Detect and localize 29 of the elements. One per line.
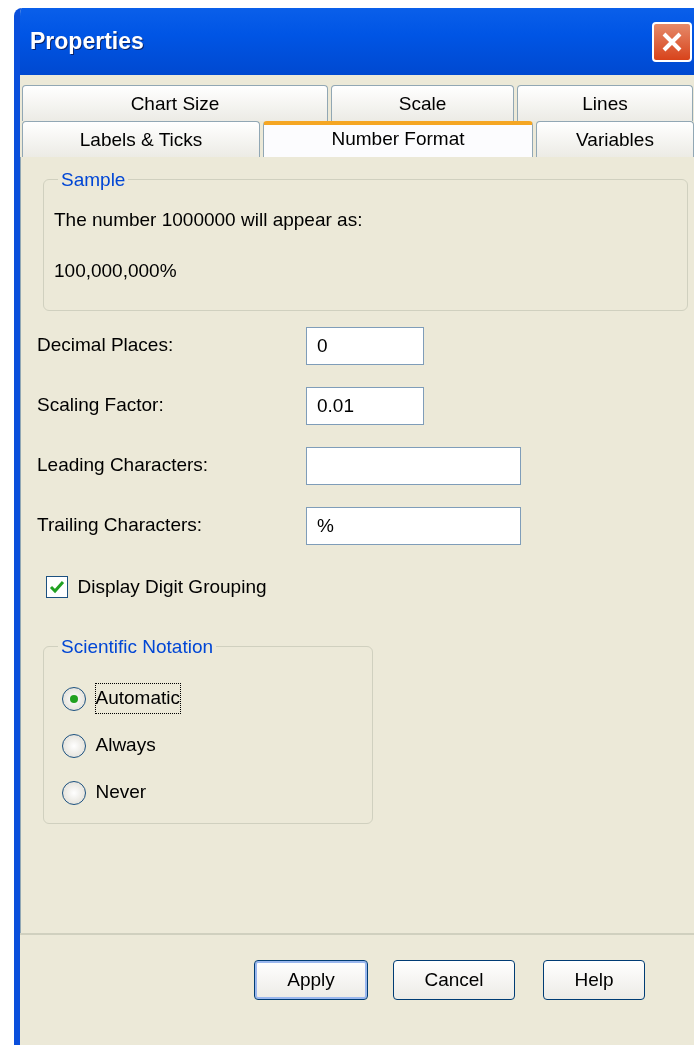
field-label: Scaling Factor: <box>37 393 165 418</box>
sample-description: The number 1000000 will appear as: <box>54 207 364 232</box>
tab[interactable]: Lines <box>517 84 693 121</box>
input-field[interactable] <box>306 446 521 485</box>
sample-result: 100,000,000% <box>54 259 178 283</box>
tab[interactable]: Chart Size <box>22 84 328 121</box>
field-label: Decimal Places: <box>37 333 175 358</box>
dialog-button[interactable]: Apply <box>254 960 368 1000</box>
window-title: Properties <box>30 27 144 57</box>
input-field[interactable]: % <box>306 506 521 545</box>
dialog-button[interactable]: Cancel <box>393 960 515 1000</box>
radio-label: Never <box>95 780 147 805</box>
dialog-button[interactable]: Help <box>543 960 645 1000</box>
field-label: Trailing Characters: <box>37 513 204 538</box>
checkbox-label: Display Digit Grouping <box>77 574 267 599</box>
radio-button[interactable] <box>62 780 86 805</box>
input-field[interactable]: 0.01 <box>306 386 424 425</box>
checkbox[interactable] <box>46 575 68 598</box>
close-button[interactable] <box>652 21 692 62</box>
input-field[interactable]: 0 <box>306 326 424 365</box>
tab[interactable]: Variables <box>536 120 694 157</box>
tab[interactable]: Number Format <box>263 120 533 157</box>
field-label: Leading Characters: <box>37 453 210 478</box>
tab[interactable]: Labels & Ticks <box>22 120 260 157</box>
tab[interactable]: Scale <box>331 84 514 121</box>
radio-button[interactable] <box>62 733 86 758</box>
radio-button[interactable] <box>62 686 86 711</box>
radio-label: Automatic <box>95 684 180 713</box>
radio-label: Always <box>95 733 156 758</box>
